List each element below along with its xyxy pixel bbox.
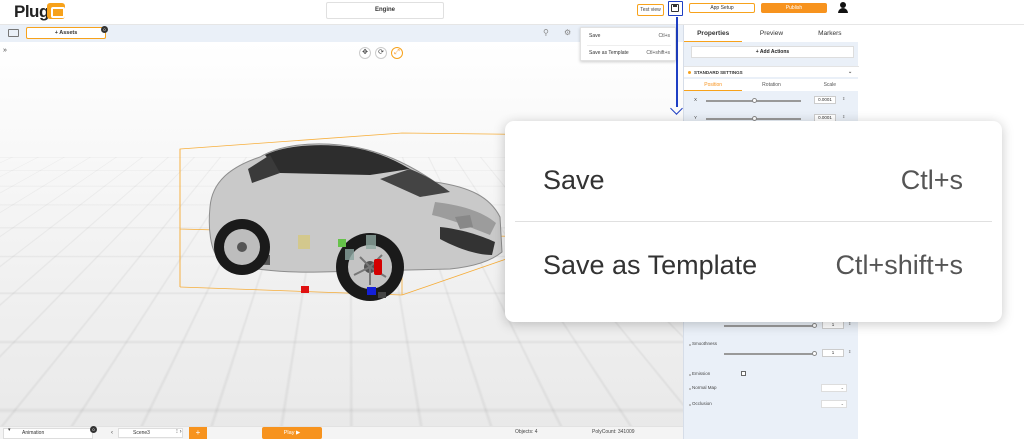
add-actions-button[interactable]: + Add Actions: [691, 46, 854, 58]
hierarchy-icon[interactable]: ⚲: [543, 28, 549, 37]
menu-item-save[interactable]: Save Ctl+s: [581, 28, 677, 45]
menu-item-shortcut: Ctl+shift+s: [646, 50, 670, 56]
position-x-input[interactable]: 0.0001: [814, 96, 836, 104]
animation-label: Animation: [22, 430, 45, 436]
bullet-icon: [689, 374, 691, 376]
top-bar: Plug Engine Test view App Setup Publish: [0, 0, 1024, 25]
normal-map-label: Normal Map: [692, 385, 717, 390]
tab-properties[interactable]: Properties: [684, 25, 743, 42]
app-setup-button[interactable]: App Setup: [689, 3, 755, 13]
chevron-down-icon[interactable]: ▾: [8, 427, 11, 433]
settings-gear-icon[interactable]: ⚙: [564, 28, 571, 37]
folder-icon[interactable]: [8, 29, 19, 37]
position-y-label: Y: [694, 115, 698, 120]
add-scene-button[interactable]: +: [189, 427, 207, 439]
tab-markers[interactable]: Markers: [801, 25, 859, 42]
move-tool-icon[interactable]: ✥: [359, 47, 371, 59]
polycount: PolyCount: 341009: [592, 429, 635, 435]
smoothness-slider[interactable]: [724, 353, 814, 355]
animation-tab[interactable]: Animation: [3, 428, 93, 439]
callout-divider: [515, 221, 992, 222]
logo-mark-icon: [47, 3, 65, 19]
slider-handle[interactable]: [812, 323, 817, 328]
material-value-input[interactable]: 1: [822, 321, 844, 329]
project-name-field[interactable]: Engine: [326, 2, 444, 19]
save-icon: [671, 4, 679, 12]
callout-item-label: Save: [543, 165, 605, 195]
occlusion-select[interactable]: ⌄: [821, 400, 847, 408]
menu-item-label: Save: [589, 33, 601, 39]
app-logo: Plug: [14, 2, 49, 21]
assets-button[interactable]: + Assets: [26, 27, 106, 39]
callout-item-save[interactable]: Save Ctl+s: [543, 139, 963, 222]
assets-count-badge: 0: [101, 26, 108, 33]
position-x-label: X: [694, 97, 698, 102]
normal-map-select[interactable]: ⌄: [821, 384, 847, 392]
menu-item-shortcut: Ctl+s: [658, 33, 670, 39]
emission-label: Emission: [692, 371, 711, 376]
timeline-bar: Animation ▾ 0 ‹ Scene3 ⁝ › + Play ▶ Obje…: [0, 426, 683, 439]
callout-item-save-as-template[interactable]: Save as Template Ctl+shift+s: [543, 224, 963, 307]
stepper-icon[interactable]: ⇕: [842, 96, 845, 101]
smoothness-input[interactable]: 1: [822, 349, 844, 357]
section-bullet-icon: [688, 71, 691, 74]
material-slider[interactable]: [724, 325, 814, 327]
menu-item-save-as-template[interactable]: Save as Template Ctl+shift+s: [581, 45, 677, 62]
standard-settings-header[interactable]: STANDARD SETTINGS ⌄: [684, 66, 859, 77]
user-avatar-icon[interactable]: [838, 2, 848, 14]
stepper-icon[interactable]: ⇕: [842, 114, 845, 119]
play-button[interactable]: Play ▶: [262, 427, 322, 439]
emission-checkbox[interactable]: [741, 371, 746, 376]
section-title: STANDARD SETTINGS: [694, 70, 743, 75]
scene-menu-icon[interactable]: ⁝ ›: [176, 428, 182, 435]
slider-handle[interactable]: [812, 351, 817, 356]
panel-tabs: Properties Preview Markers: [684, 25, 859, 42]
save-dropdown-menu: Save Ctl+s Save as Template Ctl+shift+s: [580, 27, 676, 61]
save-menu-callout: Save Ctl+s Save as Template Ctl+shift+s: [505, 121, 1002, 322]
scale-tool-icon[interactable]: ⤢: [391, 47, 403, 59]
bullet-icon: [689, 344, 691, 346]
save-button[interactable]: [668, 1, 683, 16]
menu-item-label: Save as Template: [589, 50, 629, 56]
tab-rotation[interactable]: Rotation: [742, 79, 800, 91]
publish-button[interactable]: Publish: [761, 3, 827, 13]
scene-name: Scene3: [133, 430, 150, 436]
callout-item-shortcut: Ctl+shift+s: [835, 250, 963, 280]
previous-scene-icon[interactable]: ‹: [107, 428, 117, 438]
rotate-tool-icon[interactable]: ⟳: [375, 47, 387, 59]
occlusion-label: Occlusion: [692, 401, 712, 406]
bullet-icon: [689, 388, 691, 390]
callout-item-label: Save as Template: [543, 250, 758, 280]
animation-count-badge: 0: [90, 426, 97, 433]
tab-preview[interactable]: Preview: [742, 25, 800, 42]
slider-handle[interactable]: [752, 98, 757, 103]
bullet-icon: [689, 404, 691, 406]
smoothness-label: Smoothness: [692, 341, 718, 346]
expand-panel-icon[interactable]: »: [3, 47, 7, 54]
tab-scale[interactable]: Scale: [801, 79, 859, 91]
transform-tabs: Position Rotation Scale: [684, 79, 859, 91]
scene-select[interactable]: Scene3: [118, 428, 183, 438]
tab-position[interactable]: Position: [684, 79, 743, 91]
chevron-down-icon[interactable]: ⌄: [848, 67, 852, 78]
callout-item-shortcut: Ctl+s: [900, 165, 963, 195]
objects-count: Objects: 4: [515, 429, 538, 435]
stepper-icon[interactable]: ⇕: [848, 349, 851, 354]
test-view-button[interactable]: Test view: [637, 4, 664, 16]
